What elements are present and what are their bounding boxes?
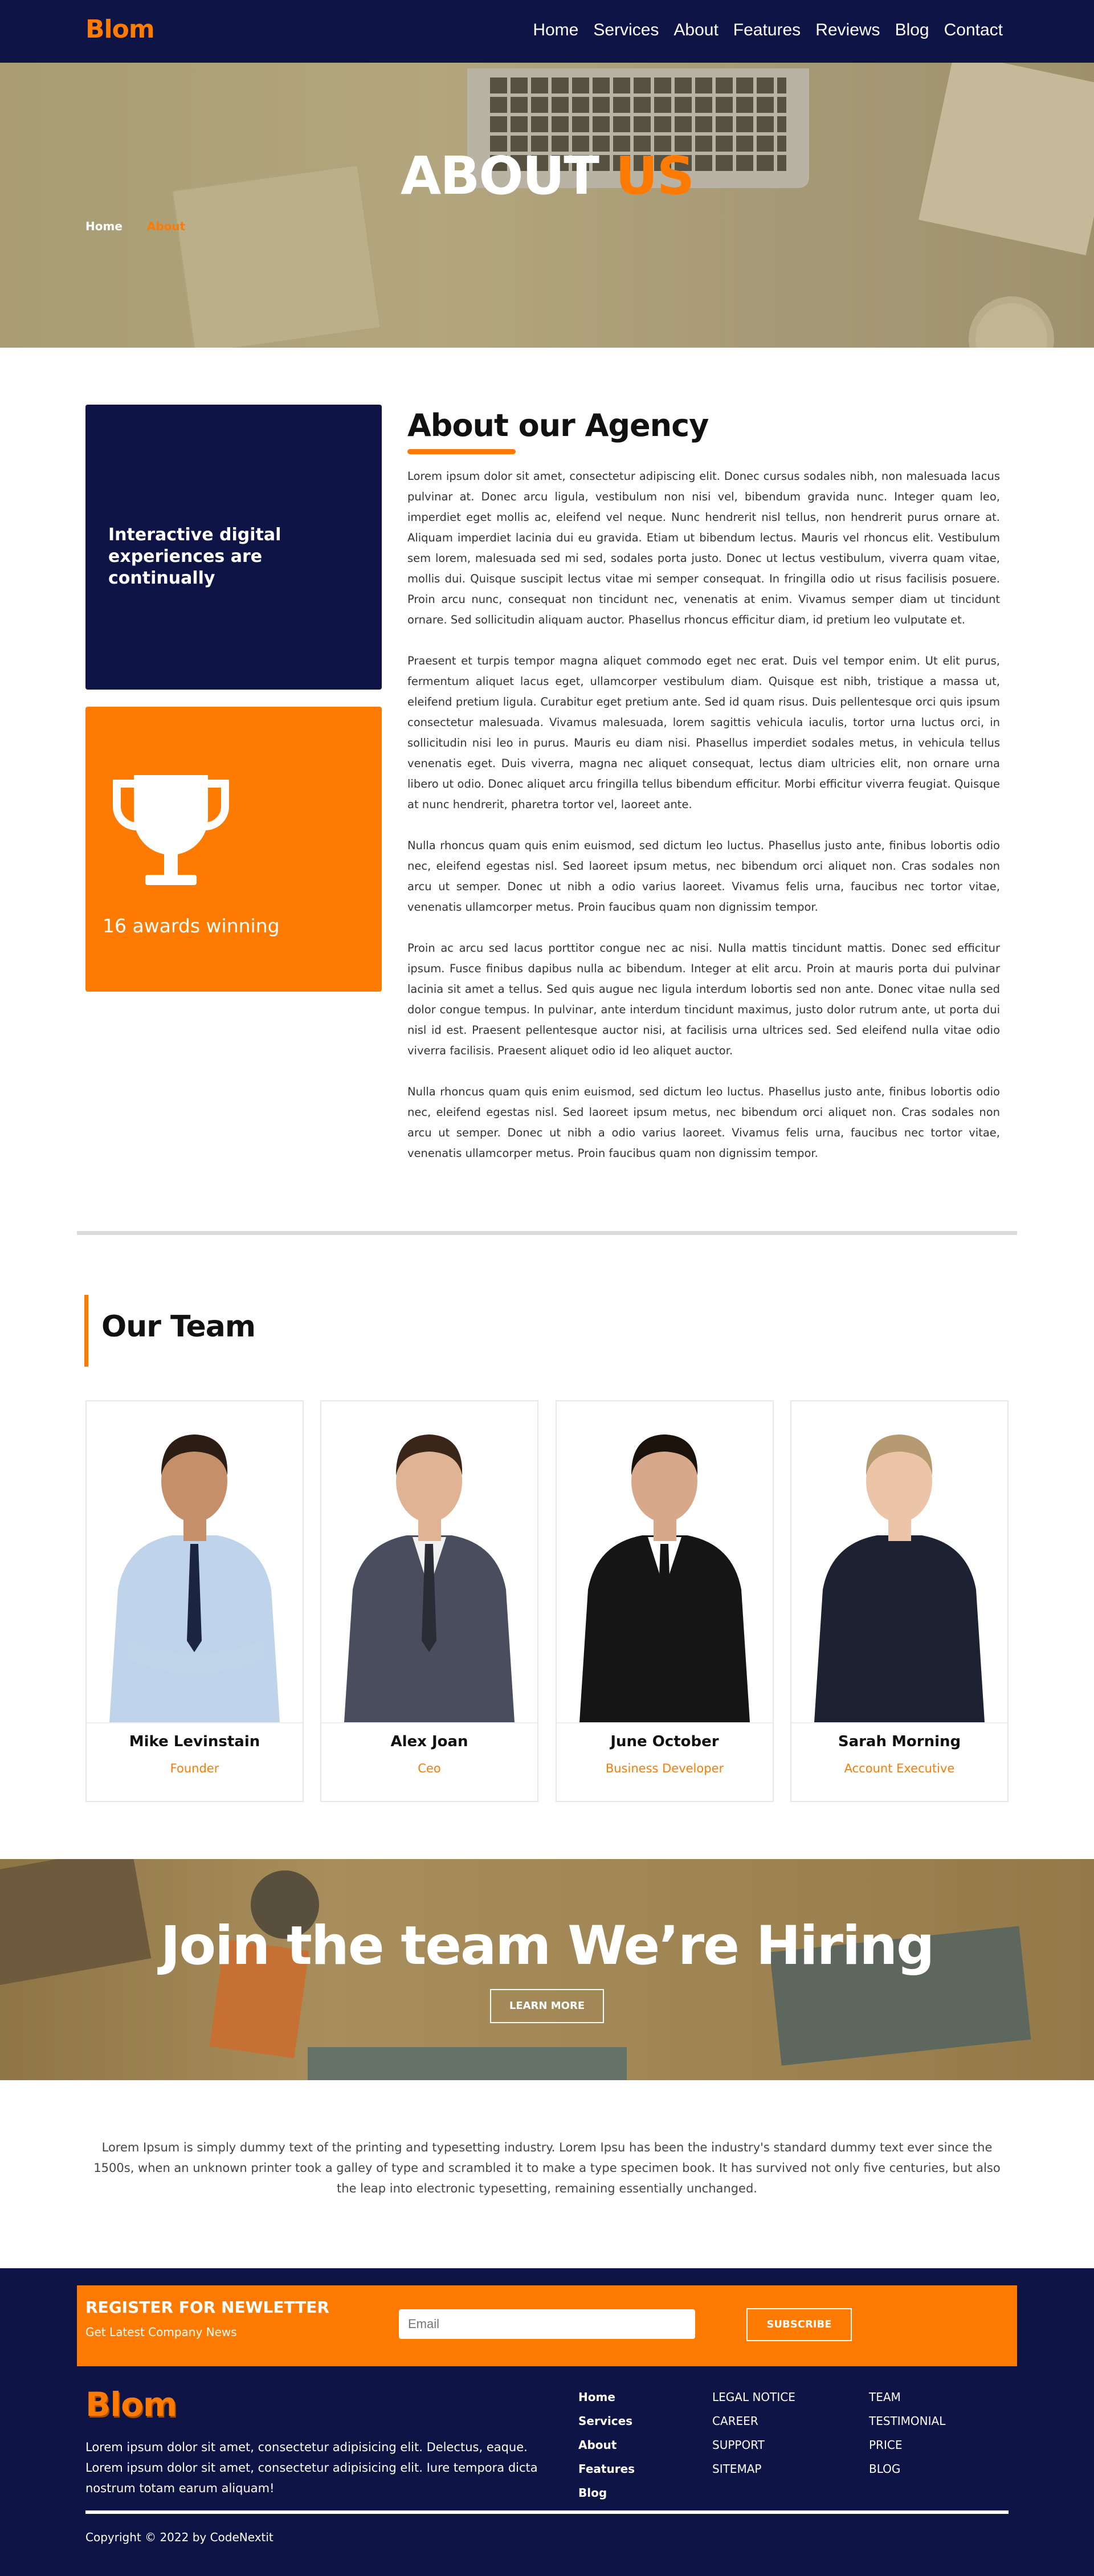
person-avatar-icon <box>579 1434 750 1722</box>
member-photo <box>321 1401 537 1722</box>
team-heading: Our Team <box>101 1310 256 1344</box>
member-photo <box>791 1401 1007 1722</box>
awards-text: 16 awards winning <box>103 915 280 937</box>
card-separator <box>321 1722 537 1723</box>
member-name: Sarah Morning <box>838 1733 961 1750</box>
breadcrumb-current: About <box>146 219 186 233</box>
highlight-card: Interactive digital experiences are cont… <box>85 405 382 690</box>
nav-item-home[interactable]: Home <box>533 21 578 40</box>
member-name: Alex Joan <box>390 1733 468 1750</box>
person-avatar-icon <box>109 1434 280 1722</box>
page-title: ABOUT US <box>0 145 1094 206</box>
nav-item-blog[interactable]: Blog <box>895 21 929 40</box>
member-role: Ceo <box>418 1762 441 1775</box>
footer-link-legal-notice[interactable]: LEGAL NOTICE <box>712 2385 795 2409</box>
footer-link-price[interactable]: PRICE <box>869 2433 945 2457</box>
copyright-text: Copyright © 2022 by CodeNextit <box>85 2530 274 2544</box>
member-role: Account Executive <box>844 1762 955 1775</box>
highlight-card-text: Interactive digital experiences are cont… <box>108 525 281 588</box>
card-separator <box>791 1722 1007 1723</box>
footer-link-home[interactable]: Home <box>578 2385 635 2409</box>
breadcrumb: Home About <box>85 219 185 233</box>
about-paragraph: Lorem ipsum dolor sit amet, consectetur … <box>407 470 1000 626</box>
page-title-accent: US <box>615 145 695 206</box>
nav-item-services[interactable]: Services <box>593 21 659 40</box>
awards-card: 16 awards winning <box>85 707 382 992</box>
footer-link-blog[interactable]: Blog <box>578 2481 635 2505</box>
footer-link-team[interactable]: TEAM <box>869 2385 945 2409</box>
footer-info-links: LEGAL NOTICE CAREER SUPPORT SITEMAP <box>712 2385 795 2481</box>
about-heading: About our Agency <box>407 407 709 443</box>
main-menu: Home Services About Features Reviews Blo… <box>533 21 1003 40</box>
breadcrumb-home[interactable]: Home <box>85 219 123 233</box>
card-separator <box>87 1722 303 1723</box>
about-paragraph: Nulla rhoncus quam quis enim euismod, se… <box>407 839 1000 914</box>
newsletter-subtext: Get Latest Company News <box>85 2325 237 2339</box>
about-text: Lorem ipsum dolor sit amet, consectetur … <box>407 466 1000 1184</box>
footer-link-features[interactable]: Features <box>578 2457 635 2481</box>
member-name: June October <box>610 1733 719 1750</box>
footer-nav-links: Home Services About Features Blog <box>578 2385 635 2505</box>
footer-link-testimonial[interactable]: TESTIMONIAL <box>869 2409 945 2433</box>
hiring-title: Join the team We’re Hiring <box>160 1915 935 1977</box>
subscribe-button[interactable]: SUBSCRIBE <box>746 2308 852 2341</box>
site-logo[interactable]: Blom <box>85 15 155 44</box>
nav-item-reviews[interactable]: Reviews <box>815 21 880 40</box>
nav-item-about[interactable]: About <box>673 21 718 40</box>
newsletter-heading: REGISTER FOR NEWLETTER <box>85 2298 329 2317</box>
footer-description: Lorem ipsum dolor sit amet, consectetur … <box>85 2440 538 2495</box>
footer-link-about[interactable]: About <box>578 2433 635 2457</box>
trophy-icon <box>113 775 229 885</box>
footer-link-blog-2[interactable]: BLOG <box>869 2457 945 2481</box>
member-role: Business Developer <box>605 1762 724 1775</box>
footer-link-sitemap[interactable]: SITEMAP <box>712 2457 795 2481</box>
footer-company-links: TEAM TESTIMONIAL PRICE BLOG <box>869 2385 945 2481</box>
team-member-card[interactable]: Sarah Morning Account Executive <box>790 1400 1009 1802</box>
section-divider <box>77 1231 1017 1235</box>
footer-link-services[interactable]: Services <box>578 2409 635 2433</box>
top-navbar: Blom Home Services About Features Review… <box>0 0 1094 63</box>
team-member-card[interactable]: Mike Levinstain Founder <box>85 1400 304 1802</box>
member-photo <box>87 1401 303 1722</box>
nav-item-features[interactable]: Features <box>733 21 801 40</box>
about-paragraph: Praesent et turpis tempor magna aliquet … <box>407 654 1000 811</box>
learn-more-button[interactable]: LEARN MORE <box>490 1989 604 2023</box>
team-heading-bar <box>84 1295 88 1367</box>
page-title-main: ABOUT <box>401 145 599 206</box>
card-separator <box>557 1722 773 1723</box>
member-role: Founder <box>170 1762 219 1775</box>
team-member-card[interactable]: Alex Joan Ceo <box>320 1400 538 1802</box>
person-avatar-icon <box>814 1434 985 1722</box>
team-member-card[interactable]: June October Business Developer <box>556 1400 774 1802</box>
footer-divider <box>85 2510 1009 2514</box>
about-paragraph: Nulla rhoncus quam quis enim euismod, se… <box>407 1085 1000 1160</box>
person-avatar-icon <box>344 1434 515 1722</box>
about-paragraph: Proin ac arcu sed lacus porttitor congue… <box>407 941 1000 1057</box>
member-photo <box>557 1401 773 1722</box>
footer-link-support[interactable]: SUPPORT <box>712 2433 795 2457</box>
email-field[interactable] <box>399 2309 695 2339</box>
member-name: Mike Levinstain <box>129 1733 260 1750</box>
nav-item-contact[interactable]: Contact <box>944 21 1003 40</box>
footer-link-career[interactable]: CAREER <box>712 2409 795 2433</box>
heading-underline <box>407 449 516 454</box>
intro-text: Lorem Ipsum is simply dummy text of the … <box>93 2141 1001 2195</box>
footer-logo[interactable]: Blom <box>85 2385 177 2424</box>
